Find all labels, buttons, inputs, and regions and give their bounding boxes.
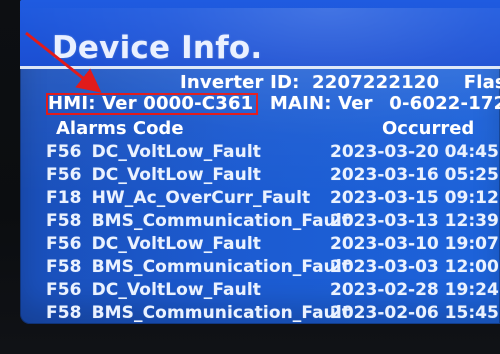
- title-bar: Device Info.: [20, 0, 500, 66]
- alarm-code-cell: F58 BMS_Communication_Fault: [46, 211, 350, 231]
- alarm-table-header: Alarms Code Occurred: [20, 118, 500, 140]
- alarm-id: F56: [46, 280, 82, 300]
- alarm-code-cell: F58 BMS_Communication_Fault: [46, 257, 350, 277]
- alarm-name: HW_Ac_OverCurr_Fault: [91, 188, 311, 208]
- alarm-occurred: 2023-02-06 15:45: [330, 303, 499, 323]
- alarm-occurred: 2023-03-13 12:39: [330, 211, 499, 231]
- alarm-occurred: 2023-02-28 19:24: [330, 280, 499, 300]
- alarm-row: F58 BMS_Communication_Fault 2023-03-03 12…: [20, 257, 500, 279]
- alarm-code-cell: F18 HW_Ac_OverCurr_Fault: [46, 188, 310, 208]
- alarm-code-cell: F56 DC_VoltLow_Fault: [46, 280, 261, 300]
- alarm-row: F18 HW_Ac_OverCurr_Fault 2023-03-15 09:12: [20, 188, 500, 210]
- alarm-row: F58 BMS_Communication_Fault 2023-02-06 15…: [20, 303, 500, 324]
- alarm-row: F56 DC_VoltLow_Fault 2023-03-10 19:07: [20, 234, 500, 256]
- flash-label: Flash: [463, 72, 500, 93]
- alarm-row: F56 DC_VoltLow_Fault 2023-02-28 19:24: [20, 280, 500, 302]
- device-screen: Device Info. Inverter ID: 2207222120 Fla…: [20, 0, 500, 324]
- alarm-list: F56 DC_VoltLow_Fault 2023-03-20 04:45 F56…: [20, 142, 500, 324]
- main-version-label: MAIN: Ver: [269, 93, 373, 114]
- alarm-occurred: 2023-03-20 04:45: [330, 142, 499, 162]
- alarm-id: F56: [46, 142, 82, 162]
- alarm-name: BMS_Communication_Fault: [91, 257, 351, 277]
- alarm-id: F56: [46, 165, 82, 185]
- photo-frame: Device Info. Inverter ID: 2207222120 Fla…: [0, 0, 500, 354]
- hmi-version-highlight-box: [46, 93, 258, 115]
- alarm-name: BMS_Communication_Fault: [91, 303, 351, 323]
- inverter-id-value: 2207222120: [312, 72, 440, 93]
- alarm-row: F56 DC_VoltLow_Fault 2023-03-16 05:25: [20, 165, 500, 187]
- alarm-name: BMS_Communication_Fault: [91, 211, 351, 231]
- alarm-code-cell: F56 DC_VoltLow_Fault: [46, 165, 261, 185]
- occurred-header: Occurred: [382, 118, 475, 139]
- alarm-row: F56 DC_VoltLow_Fault 2023-03-20 04:45: [20, 142, 500, 164]
- title-divider: [20, 66, 500, 69]
- alarm-row: F58 BMS_Communication_Fault 2023-03-13 12…: [20, 211, 500, 233]
- alarm-id: F18: [46, 188, 82, 208]
- alarm-code-cell: F56 DC_VoltLow_Fault: [46, 234, 261, 254]
- alarm-id: F56: [46, 234, 82, 254]
- alarm-occurred: 2023-03-15 09:12: [330, 188, 499, 208]
- main-version-value: 0-6022-1724: [389, 93, 500, 114]
- alarm-id: F58: [46, 257, 82, 277]
- alarm-id: F58: [46, 211, 82, 231]
- inverter-info-line: Inverter ID: 2207222120 Flash: [180, 72, 500, 93]
- alarm-code-cell: F58 BMS_Communication_Fault: [46, 303, 350, 323]
- alarms-code-header: Alarms Code: [56, 118, 184, 139]
- alarm-code-cell: F56 DC_VoltLow_Fault: [46, 142, 261, 162]
- alarm-occurred: 2023-03-16 05:25: [330, 165, 499, 185]
- device-info-title: Device Info.: [52, 30, 263, 66]
- alarm-name: DC_VoltLow_Fault: [91, 165, 261, 185]
- alarm-name: DC_VoltLow_Fault: [91, 234, 261, 254]
- alarm-occurred: 2023-03-10 19:07: [330, 234, 499, 254]
- alarm-id: F58: [46, 303, 82, 323]
- inverter-id-label: Inverter ID:: [180, 72, 300, 93]
- alarm-name: DC_VoltLow_Fault: [91, 280, 261, 300]
- alarm-occurred: 2023-03-03 12:00: [330, 257, 499, 277]
- alarm-name: DC_VoltLow_Fault: [91, 142, 261, 162]
